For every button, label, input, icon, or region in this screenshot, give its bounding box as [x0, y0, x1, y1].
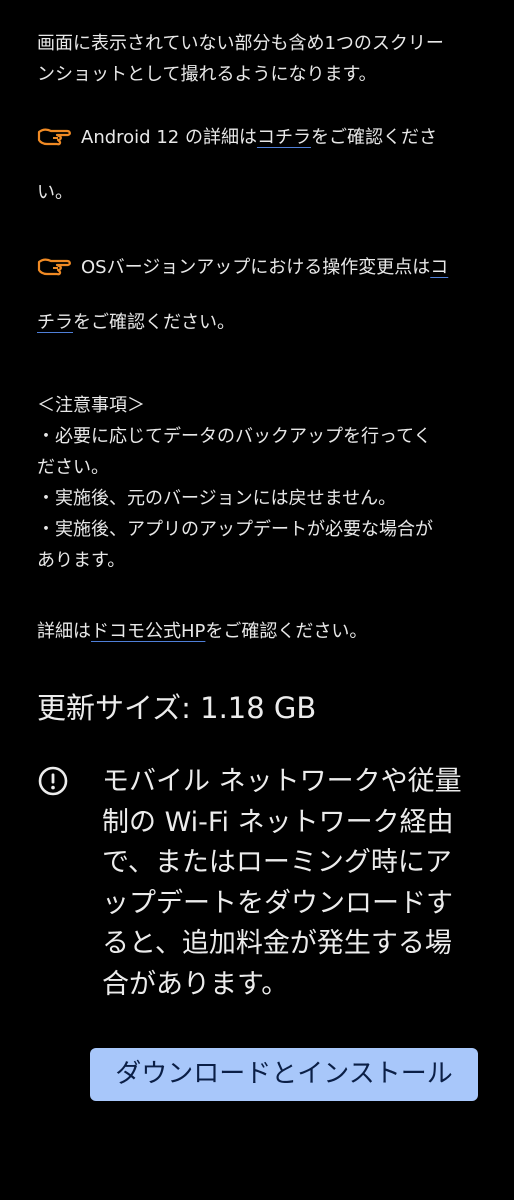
android12-prefix: Android 12 の詳細は	[81, 127, 257, 148]
android12-row: Android 12 の詳細はコチラをご確認ください。	[37, 110, 487, 220]
android12-link[interactable]: コチラ	[257, 127, 311, 148]
os-changes-prefix: OSバージョンアップにおける操作変更点は	[81, 257, 431, 278]
intro-line-2: ンショットとして撮れるようになります。	[37, 64, 377, 85]
warning-line: 制の Wi-Fi ネットワーク経由	[102, 806, 454, 838]
warning-line: 合があります。	[102, 968, 289, 1000]
details-prefix: 詳細は	[37, 621, 91, 642]
notes-line: ・実施後、アプリのアップデートが必要な場合が	[37, 519, 433, 540]
warning-line: ップデートをダウンロードす	[102, 887, 453, 919]
notes-line: ださい。	[37, 457, 109, 478]
details-row: 詳細はドコモ公式HPをご確認ください。	[37, 616, 487, 647]
notes-section: ＜注意事項＞ ・必要に応じてデータのバックアップを行ってく ださい。 ・実施後、…	[37, 390, 487, 576]
pointing-hand-icon	[37, 128, 71, 146]
docomo-hp-link[interactable]: ドコモ公式HP	[91, 621, 205, 642]
notes-line: あります。	[37, 550, 126, 571]
android12-suffix-2: い。	[37, 182, 73, 203]
android12-suffix: をご確認くださ	[310, 127, 437, 148]
warning-text: モバイル ネットワークや従量 制の Wi-Fi ネットワーク経由 で、またはロー…	[102, 762, 502, 1005]
alert-circle-icon	[38, 766, 68, 796]
download-install-button[interactable]: ダウンロードとインストール	[90, 1048, 478, 1101]
release-notes: 画面に表示されていない部分も含め1つのスクリー ンショットとして撮れるようになり…	[37, 28, 487, 647]
notes-line: ・実施後、元のバージョンには戻せません。	[37, 488, 397, 509]
update-size: 更新サイズ: 1.18 GB	[37, 691, 317, 725]
warning-line: で、またはローミング時にア	[102, 847, 452, 878]
pointing-hand-icon	[37, 258, 71, 276]
notes-line: ・必要に応じてデータのバックアップを行ってく	[37, 426, 432, 447]
os-changes-link-part-1[interactable]: コ	[430, 257, 448, 278]
warning-line: モバイル ネットワークや従量	[102, 766, 462, 797]
notes-heading: ＜注意事項＞	[37, 395, 145, 416]
os-changes-suffix: をご確認ください。	[73, 312, 235, 333]
intro-line-1: 画面に表示されていない部分も含め1つのスクリー	[37, 33, 444, 54]
warning-line: ると、追加料金が発生する場	[102, 928, 452, 959]
os-changes-row: OSバージョンアップにおける操作変更点はコチラをご確認ください。	[37, 240, 487, 350]
details-suffix: をご確認ください。	[205, 621, 368, 642]
os-changes-link-part-2[interactable]: チラ	[37, 312, 73, 333]
